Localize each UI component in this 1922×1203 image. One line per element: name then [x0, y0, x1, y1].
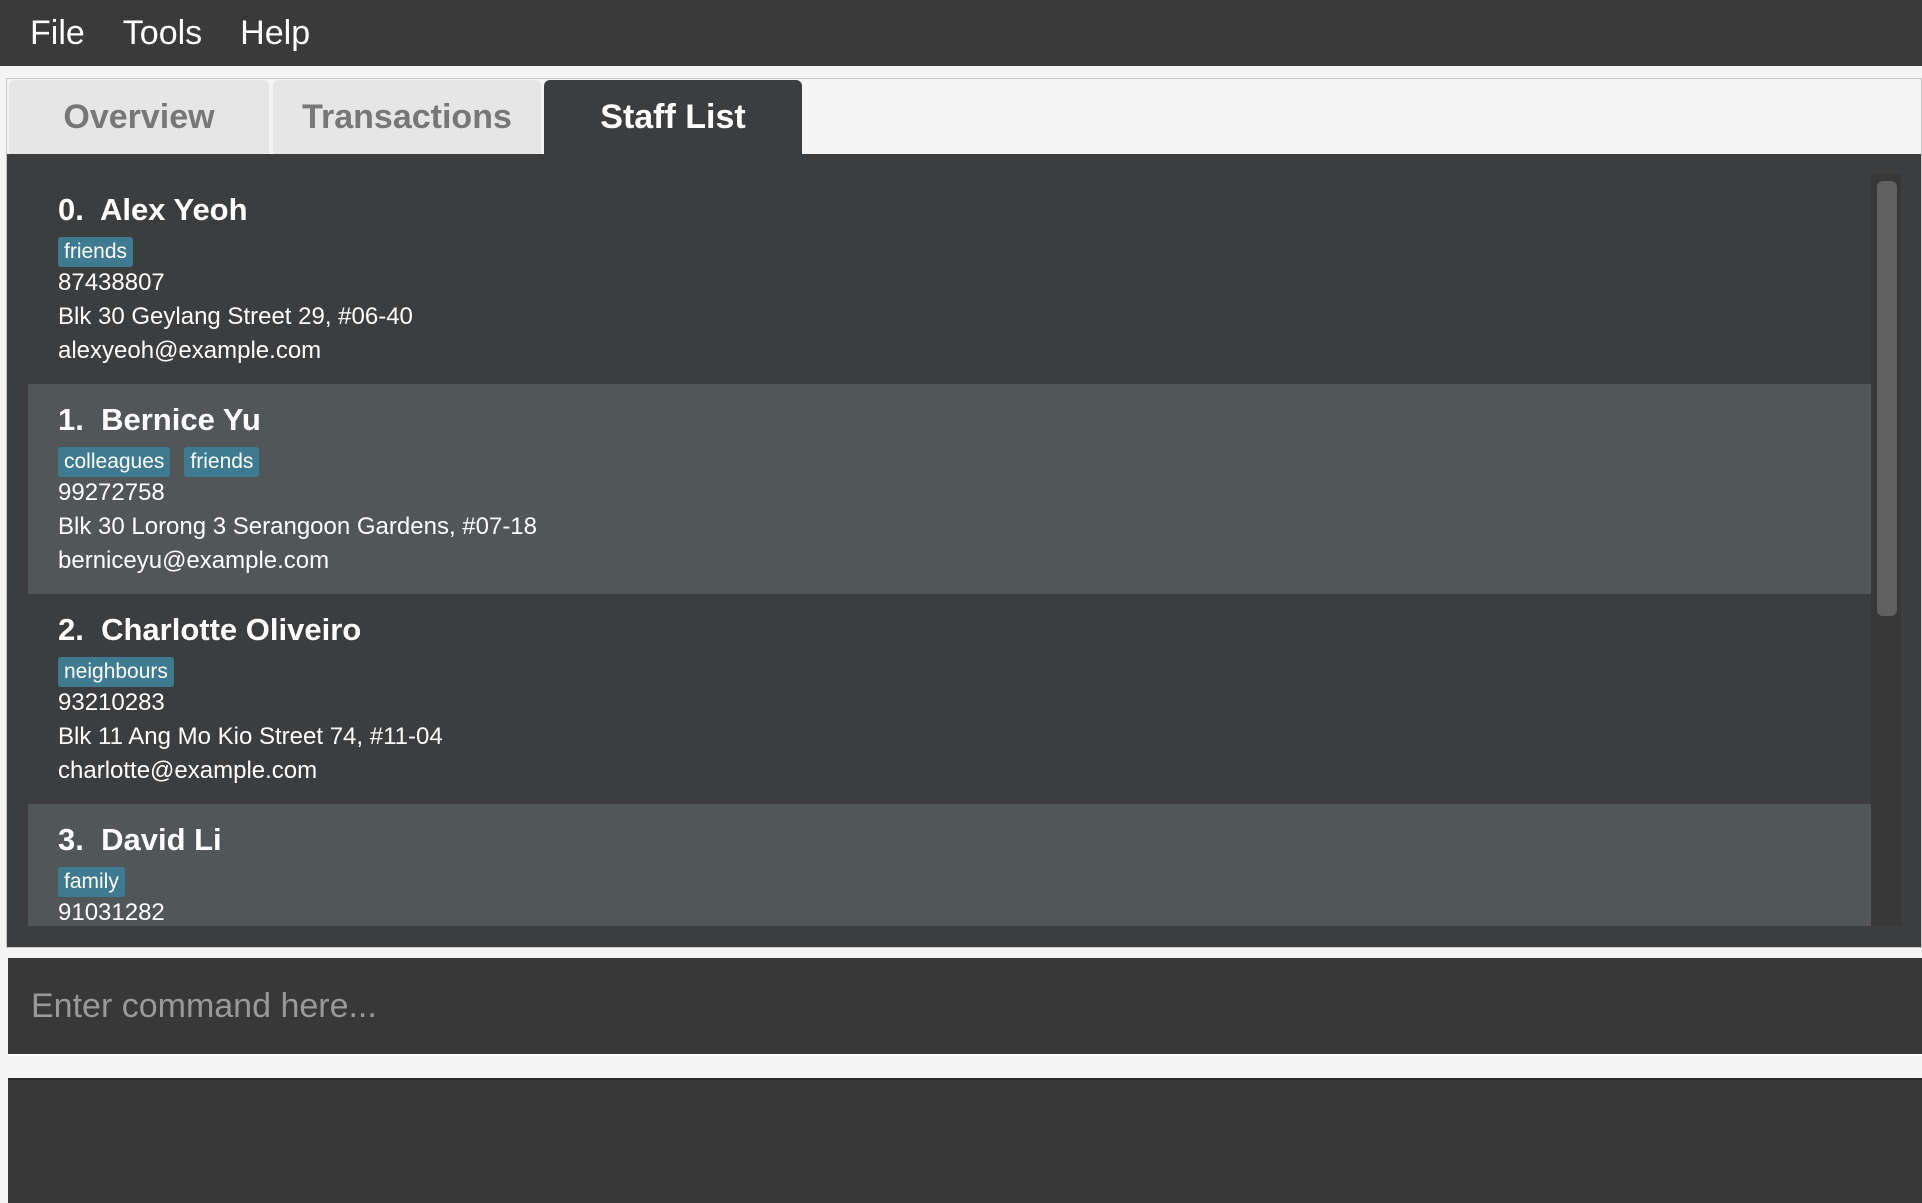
tag: friends [58, 237, 134, 267]
tab-overview[interactable]: Overview [9, 80, 269, 154]
person-phone: 93210283 [58, 689, 165, 716]
tag-list: friends [58, 237, 134, 267]
scrollbar[interactable] [1871, 174, 1901, 926]
tab-staff-list[interactable]: Staff List [544, 80, 802, 154]
menu-tools[interactable]: Tools [123, 14, 202, 53]
tag: family [58, 867, 125, 897]
tag-list: colleagues friends [58, 447, 260, 477]
tab-pane: Overview Transactions Staff List 0. Alex… [6, 78, 1922, 948]
person-email: charlotte@example.com [58, 757, 318, 784]
staff-list: 0. Alex Yeoh friends 87438807 Blk 30 Geyla… [28, 174, 1871, 926]
command-box [8, 958, 1922, 1056]
person-name: 0. Alex Yeoh [58, 192, 248, 227]
person-email: alexyeoh@example.com [58, 337, 322, 364]
scrollbar-thumb[interactable] [1877, 181, 1897, 616]
tab-transactions[interactable]: Transactions [273, 80, 541, 154]
person-card[interactable]: 3. David Li family 91031282 [28, 804, 1871, 926]
menu-file[interactable]: File [30, 14, 85, 53]
person-address: Blk 30 Geylang Street 29, #06-40 [58, 303, 413, 330]
tag-list: neighbours [58, 657, 174, 687]
menu-help[interactable]: Help [240, 14, 310, 53]
tag: neighbours [58, 657, 174, 687]
person-address: Blk 11 Ang Mo Kio Street 74, #11-04 [58, 723, 443, 750]
person-name: 1. Bernice Yu [58, 402, 261, 437]
person-card[interactable]: 2. Charlotte Oliveiro neighbours 93210283 … [28, 594, 1871, 804]
tag-list: family [58, 867, 125, 897]
menu-bar: File Tools Help [0, 0, 1922, 66]
person-card[interactable]: 1. Bernice Yu colleagues friends 99272758 B… [28, 384, 1871, 594]
person-phone: 87438807 [58, 269, 165, 296]
person-card[interactable]: 0. Alex Yeoh friends 87438807 Blk 30 Geyla… [28, 174, 1871, 384]
person-address: Blk 30 Lorong 3 Serangoon Gardens, #07-1… [58, 513, 538, 540]
person-name: 2. Charlotte Oliveiro [58, 612, 362, 647]
command-input[interactable] [8, 958, 1922, 1054]
person-name: 3. David Li [58, 822, 222, 857]
staff-list-panel: 0. Alex Yeoh friends 87438807 Blk 30 Geyla… [7, 154, 1921, 947]
result-display [8, 1078, 1922, 1203]
person-phone: 99272758 [58, 479, 165, 506]
tag: colleagues [58, 447, 171, 477]
tag: friends [184, 447, 260, 477]
person-phone: 91031282 [58, 899, 165, 926]
person-email: berniceyu@example.com [58, 547, 330, 574]
